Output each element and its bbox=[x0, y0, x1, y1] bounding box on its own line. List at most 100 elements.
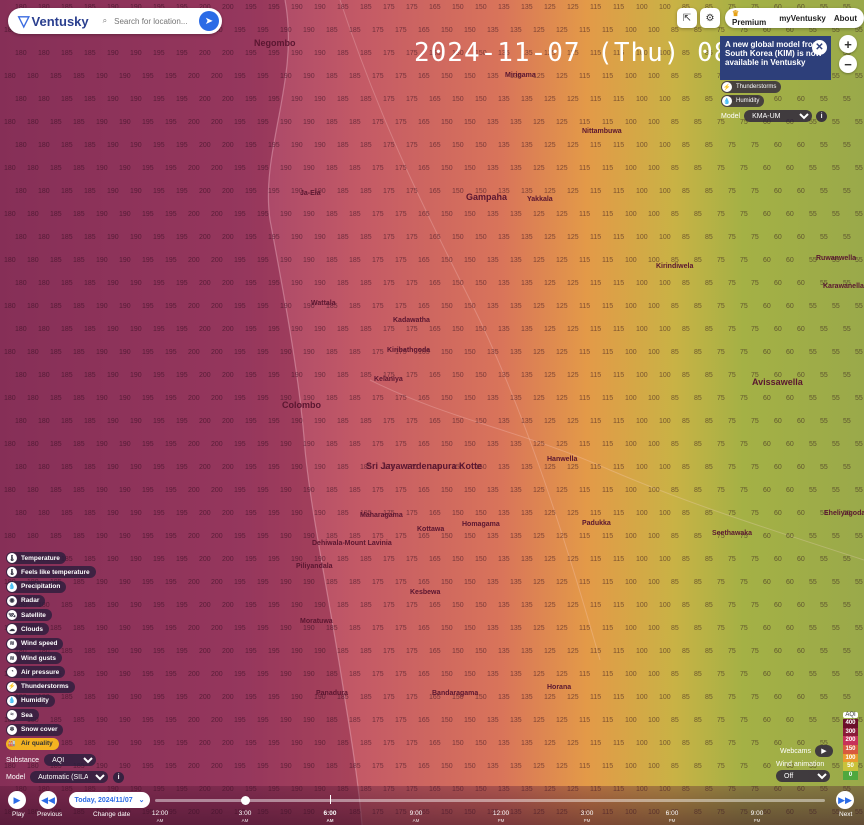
timeline-handle[interactable] bbox=[241, 796, 250, 805]
aqi-grid-value: 125 bbox=[567, 648, 579, 655]
layer-item-snow-cover[interactable]: ❄ Snow cover bbox=[6, 723, 96, 736]
next-button[interactable]: ▶▶ bbox=[836, 791, 854, 809]
timeline-hour[interactable]: 9:00 PM bbox=[742, 810, 772, 824]
layer-item-radar[interactable]: ◉ Radar bbox=[6, 594, 96, 607]
aqi-grid-value: 85 bbox=[694, 73, 702, 80]
timeline-hour[interactable]: 3:00 PM bbox=[572, 810, 602, 824]
aqi-grid-value: 195 bbox=[142, 487, 154, 494]
timeline-hour[interactable]: 9:00 AM bbox=[401, 810, 431, 824]
aqi-grid-value: 185 bbox=[50, 349, 62, 356]
premium-link[interactable]: ♛ Premium bbox=[732, 9, 771, 27]
aqi-grid-value: 190 bbox=[107, 694, 119, 701]
aqi-grid-value: 175 bbox=[395, 303, 407, 310]
aqi-grid-value: 175 bbox=[383, 740, 395, 747]
play-button[interactable]: ▶ bbox=[8, 791, 26, 809]
aqi-grid-value: 195 bbox=[245, 280, 257, 287]
aqi-grid-value: 190 bbox=[130, 142, 142, 149]
aqi-grid-value: 195 bbox=[176, 280, 188, 287]
right-layer-humidity[interactable]: 💧 Humidity bbox=[721, 95, 765, 107]
aqi-grid-value: 135 bbox=[498, 602, 510, 609]
close-icon[interactable]: ✕ bbox=[812, 40, 827, 55]
aqi-grid-value: 125 bbox=[556, 487, 568, 494]
aqi-grid-value: 190 bbox=[291, 464, 303, 471]
ventusky-logo[interactable]: ▽ Ventusky bbox=[18, 12, 89, 30]
timeline-hour[interactable]: 3:00 AM bbox=[230, 810, 260, 824]
aqi-grid-value: 75 bbox=[751, 418, 759, 425]
aqi-grid-value: 55 bbox=[855, 73, 863, 80]
layer-pill: ≈ Sea bbox=[6, 709, 39, 722]
layer-item-air-quality[interactable]: 🏭 Air quality bbox=[6, 737, 96, 750]
aqi-grid-value: 125 bbox=[533, 717, 545, 724]
myventusky-link[interactable]: myVentusky bbox=[779, 14, 826, 23]
right-layer-thunderstorms[interactable]: ⚡ Thunderstorms bbox=[721, 81, 782, 93]
right-model-select[interactable]: KMA-UM bbox=[744, 110, 813, 122]
layer-item-precipitation[interactable]: 💧 Precipitation bbox=[6, 580, 96, 593]
aqi-grid-value: 100 bbox=[625, 119, 637, 126]
layer-item-sea[interactable]: ≈ Sea bbox=[6, 709, 96, 722]
info-icon[interactable]: i bbox=[816, 110, 828, 122]
about-link[interactable]: About bbox=[834, 14, 857, 23]
info-icon[interactable]: i bbox=[113, 771, 125, 783]
aqi-grid-value: 115 bbox=[590, 418, 602, 425]
aqi-grid-value: 190 bbox=[291, 280, 303, 287]
layer-item-feels-like-temperature[interactable]: 🌡 Feels like temperature bbox=[6, 566, 96, 579]
weather-map[interactable]: 180 180 185 185 190 190 195 195 200 200 195 195 190 1… bbox=[0, 0, 864, 825]
aqi-grid-value: 55 bbox=[820, 96, 828, 103]
webcams-toggle[interactable]: Webcams ▶ bbox=[780, 745, 833, 757]
aqi-grid-value: 165 bbox=[429, 96, 441, 103]
aqi-grid-value: 195 bbox=[268, 188, 280, 195]
timeline-hour[interactable]: 6:00 PM bbox=[657, 810, 687, 824]
aqi-grid-value: 85 bbox=[705, 602, 713, 609]
layer-label: Air quality bbox=[21, 740, 53, 748]
layer-item-wind-speed[interactable]: ≋ Wind speed bbox=[6, 637, 96, 650]
previous-button[interactable]: ◀◀ bbox=[39, 791, 57, 809]
aqi-grid-value: 185 bbox=[349, 763, 361, 770]
aqi-grid-value: 125 bbox=[556, 27, 568, 34]
aqi-grid-value: 190 bbox=[314, 96, 326, 103]
layer-item-wind-gusts[interactable]: ≋ Wind gusts bbox=[6, 652, 96, 665]
settings-button[interactable]: ⚙ bbox=[700, 8, 720, 28]
aqi-grid-value: 185 bbox=[349, 119, 361, 126]
aqi-grid-value: 180 bbox=[27, 395, 39, 402]
share-button[interactable]: ⇱ bbox=[677, 8, 697, 28]
zoom-out-button[interactable]: − bbox=[839, 55, 857, 73]
aqi-grid-value: 135 bbox=[487, 717, 499, 724]
aqi-grid-value: 150 bbox=[441, 73, 453, 80]
layer-item-humidity[interactable]: 💧 Humidity bbox=[6, 694, 96, 707]
timeline-track[interactable] bbox=[155, 799, 825, 802]
aqi-grid-value: 135 bbox=[510, 211, 522, 218]
search-input[interactable] bbox=[112, 15, 197, 27]
timeline-hour[interactable]: 12:00 AM bbox=[145, 810, 175, 824]
timeline-hour[interactable]: 6:00 AM bbox=[315, 810, 345, 824]
aqi-grid-value: 115 bbox=[602, 73, 614, 80]
aqi-grid-value: 150 bbox=[464, 533, 476, 540]
substance-select[interactable]: AQI bbox=[44, 754, 97, 766]
model-select[interactable]: Automatic (SILAM) bbox=[30, 771, 109, 783]
aqi-grid-value: 195 bbox=[268, 372, 280, 379]
aqi-grid-value: 100 bbox=[648, 27, 660, 34]
aqi-grid-value: 190 bbox=[314, 464, 326, 471]
aqi-grid-value: 200 bbox=[211, 671, 223, 678]
aqi-grid-value: 200 bbox=[199, 50, 211, 57]
layer-pill: ◉ Radar bbox=[6, 594, 46, 607]
aqi-grid-value: 125 bbox=[533, 487, 545, 494]
date-picker[interactable]: Today, 2024/11/07 ⌄ bbox=[69, 792, 150, 808]
timeline-hour[interactable]: 12:00 PM bbox=[486, 810, 516, 824]
layer-item-clouds[interactable]: ☁ Clouds bbox=[6, 623, 96, 636]
model-row: Model Automatic (SILAM) i bbox=[6, 771, 125, 783]
aqi-grid-value: 190 bbox=[107, 326, 119, 333]
my-location-button[interactable]: ➤ bbox=[199, 11, 219, 31]
layer-item-thunderstorms[interactable]: ⚡ Thunderstorms bbox=[6, 680, 96, 693]
wind-animation-select[interactable]: Off bbox=[776, 770, 830, 782]
aqi-grid-value: 125 bbox=[556, 625, 568, 632]
zoom-in-button[interactable]: + bbox=[839, 35, 857, 53]
aqi-grid-value: 100 bbox=[625, 165, 637, 172]
aqi-grid-value: 85 bbox=[705, 234, 713, 241]
aqi-grid-value: 190 bbox=[119, 487, 131, 494]
aqi-grid-value: 150 bbox=[475, 280, 487, 287]
layer-item-satellite[interactable]: 🛰 Satellite bbox=[6, 609, 96, 622]
layer-item-air-pressure[interactable]: ◔ Air pressure bbox=[6, 666, 96, 679]
layer-item-temperature[interactable]: 🌡 Temperature bbox=[6, 552, 96, 564]
aqi-grid-value: 60 bbox=[774, 142, 782, 149]
aqi-grid-value: 100 bbox=[659, 648, 671, 655]
